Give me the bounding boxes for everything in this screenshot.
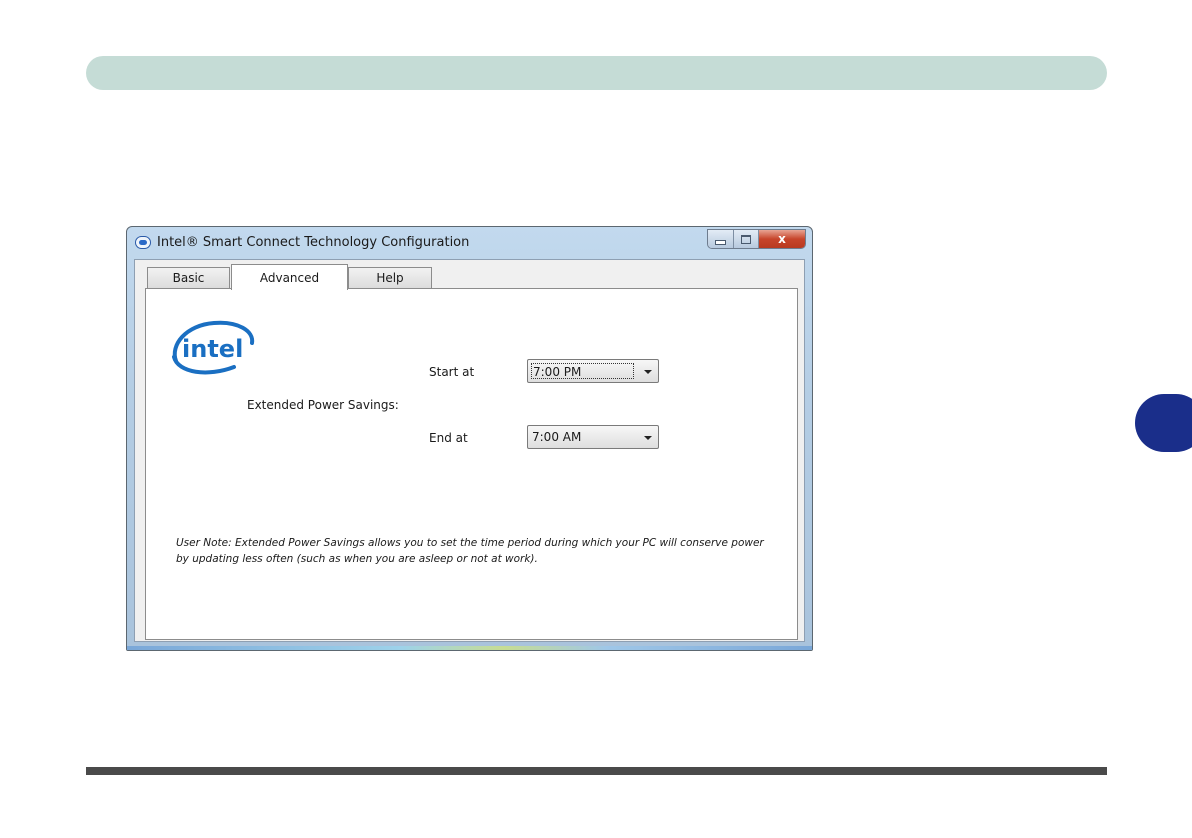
end-time-value: 7:00 AM <box>532 430 582 444</box>
maximize-icon <box>741 234 751 244</box>
tab-advanced[interactable]: Advanced <box>231 264 348 290</box>
close-button[interactable]: x <box>759 230 805 248</box>
start-time-value: 7:00 PM <box>531 363 634 379</box>
close-icon: x <box>778 232 786 246</box>
window-title: Intel® Smart Connect Technology Configur… <box>157 235 470 250</box>
config-window: Intel® Smart Connect Technology Configur… <box>126 226 813 651</box>
end-at-label: End at <box>429 431 468 445</box>
window-titlebar[interactable]: Intel® Smart Connect Technology Configur… <box>127 227 812 259</box>
page-header-bar <box>86 56 1107 90</box>
minimize-icon <box>715 239 726 245</box>
end-time-select[interactable]: 7:00 AM <box>527 425 659 449</box>
window-bottom-strip <box>127 646 812 650</box>
tab-basic[interactable]: Basic <box>147 267 230 288</box>
chapter-side-tab <box>1135 394 1192 452</box>
extended-power-savings-label: Extended Power Savings: <box>247 398 399 412</box>
svg-text:intel: intel <box>182 335 243 363</box>
user-note: User Note: Extended Power Savings allows… <box>176 537 764 565</box>
start-time-select[interactable]: 7:00 PM <box>527 359 659 383</box>
chevron-down-icon <box>644 436 652 440</box>
maximize-button[interactable] <box>734 230 759 248</box>
intel-logo: intel <box>172 320 255 375</box>
intel-app-icon <box>135 236 151 249</box>
advanced-tab-panel: intel Start at 7:00 PM Extended Power Sa… <box>145 288 798 640</box>
window-controls: x <box>707 229 806 249</box>
window-client-area: Basic Advanced Help intel Start at 7:00 … <box>134 259 805 642</box>
start-at-label: Start at <box>429 365 475 379</box>
chevron-down-icon <box>644 370 652 374</box>
page-footer-rule <box>86 767 1107 775</box>
tab-help[interactable]: Help <box>348 267 432 288</box>
minimize-button[interactable] <box>708 230 734 248</box>
